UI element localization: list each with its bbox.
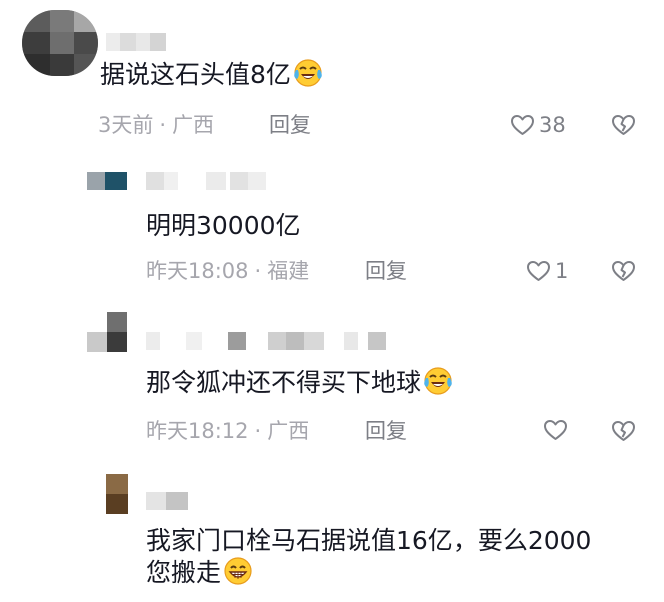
heart-outline-icon xyxy=(527,261,550,281)
username-blurred[interactable] xyxy=(106,33,166,51)
like-button[interactable]: 1 xyxy=(526,258,568,284)
comment-text-content: 据说这石头值8亿 xyxy=(100,60,291,89)
broken-heart-icon xyxy=(612,115,635,135)
comment-item: 据说这石头值8亿 3天前 · 广西 回复 38 xyxy=(0,0,664,150)
comment-text-content: 明明30000亿 xyxy=(146,211,301,240)
avatar[interactable] xyxy=(22,10,98,76)
like-count: 1 xyxy=(555,259,569,283)
avatar[interactable] xyxy=(106,474,128,514)
comment-text-content: 我家门口栓马石据说值16亿，要么2000您搬走 xyxy=(146,526,592,587)
comment-location: 广西 xyxy=(172,113,215,137)
grinning-face-emoji xyxy=(223,556,253,593)
heart-outline-icon xyxy=(511,115,534,135)
comment-meta: 3天前 · 广西 xyxy=(98,112,214,138)
meta-separator: · xyxy=(254,259,262,283)
comment-text-content: 那令狐冲还不得买下地球 xyxy=(146,368,422,397)
like-button[interactable]: 38 xyxy=(510,112,566,138)
comment-item: 明明30000亿 昨天18:08 · 福建 回复 1 xyxy=(0,150,664,300)
face-with-tears-of-joy-emoji xyxy=(423,366,453,403)
reply-button[interactable]: 回复 xyxy=(269,112,311,138)
like-button[interactable] xyxy=(543,418,572,442)
comment-location: 福建 xyxy=(267,259,310,283)
dislike-button[interactable] xyxy=(611,259,636,287)
reply-button[interactable]: 回复 xyxy=(365,418,407,444)
dislike-button[interactable] xyxy=(611,113,636,141)
comment-item: 我家门口栓马石据说值16亿，要么2000您搬走 xyxy=(0,460,664,602)
comment-text: 明明30000亿 xyxy=(146,210,301,241)
dislike-button[interactable] xyxy=(611,419,636,447)
comment-meta: 昨天18:12 · 广西 xyxy=(146,418,309,444)
comment-meta: 昨天18:08 · 福建 xyxy=(146,258,309,284)
comment-time: 3天前 xyxy=(98,113,154,137)
comment-text: 我家门口栓马石据说值16亿，要么2000您搬走 xyxy=(146,525,608,593)
comment-item: 那令狐冲还不得买下地球 昨天18:12 · 广西 回复 xyxy=(0,300,664,460)
username-blurred[interactable] xyxy=(146,492,188,510)
comment-time: 昨天18:08 xyxy=(146,259,249,283)
broken-heart-icon xyxy=(612,261,635,281)
comment-text: 那令狐冲还不得买下地球 xyxy=(146,366,453,403)
face-with-tears-of-joy-emoji xyxy=(293,58,323,95)
avatar[interactable] xyxy=(87,312,127,352)
like-count: 38 xyxy=(539,113,566,137)
reply-button[interactable]: 回复 xyxy=(365,258,407,284)
comment-text: 据说这石头值8亿 xyxy=(100,58,323,95)
heart-outline-icon xyxy=(544,420,567,440)
broken-heart-icon xyxy=(612,421,635,441)
meta-separator: · xyxy=(254,419,262,443)
meta-separator: · xyxy=(159,113,167,137)
username-blurred[interactable] xyxy=(146,332,388,350)
comment-time: 昨天18:12 xyxy=(146,419,249,443)
comment-location: 广西 xyxy=(267,419,310,443)
avatar[interactable] xyxy=(87,172,127,190)
username-blurred[interactable] xyxy=(146,172,266,190)
